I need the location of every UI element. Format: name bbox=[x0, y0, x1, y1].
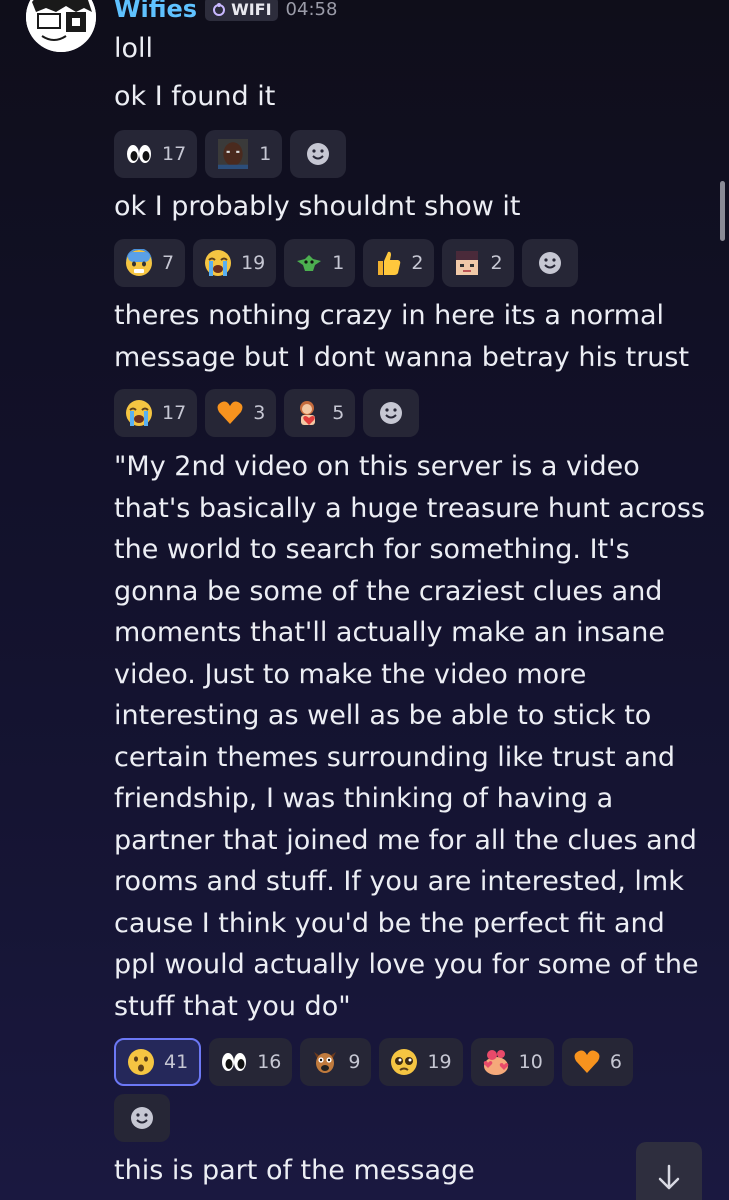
reaction-count: 10 bbox=[518, 1051, 543, 1073]
add-reaction-icon bbox=[538, 252, 561, 274]
reaction-count: 2 bbox=[411, 252, 424, 274]
arrow-down-icon bbox=[658, 1164, 680, 1190]
tag-badge-icon bbox=[213, 3, 226, 16]
reaction-orange-heart[interactable]: 6 bbox=[561, 1038, 633, 1086]
add-reaction-icon bbox=[307, 143, 330, 165]
add-reaction-icon bbox=[380, 402, 403, 424]
reaction-count: 17 bbox=[162, 402, 187, 424]
add-reaction-button[interactable] bbox=[290, 130, 347, 178]
reaction-hushed[interactable]: 41 bbox=[114, 1038, 202, 1086]
message-line-2: ok I found it bbox=[114, 81, 276, 112]
reaction-row-3: 17 3 5 bbox=[114, 389, 420, 437]
reaction-alien[interactable]: 1 bbox=[284, 239, 356, 287]
reaction-photo[interactable]: 1 bbox=[205, 130, 283, 178]
orange-heart-emoji-icon bbox=[574, 1050, 600, 1073]
avatar-image bbox=[26, 0, 96, 52]
reaction-count: 6 bbox=[609, 1051, 622, 1073]
reaction-count: 1 bbox=[332, 252, 345, 274]
reaction-count: 17 bbox=[162, 143, 187, 165]
eyes-emoji-icon bbox=[127, 145, 151, 163]
alien-emoji-icon bbox=[297, 255, 322, 271]
cold-sweat-emoji-icon bbox=[126, 249, 152, 276]
reaction-count: 16 bbox=[257, 1051, 282, 1073]
pleading-emoji-icon bbox=[391, 1049, 418, 1075]
eyes-emoji-icon bbox=[222, 1053, 247, 1071]
reaction-count: 2 bbox=[490, 252, 503, 274]
reaction-row-5 bbox=[114, 1094, 170, 1142]
jump-to-present-button[interactable] bbox=[636, 1142, 702, 1200]
hushed-emoji-icon bbox=[128, 1049, 154, 1075]
guild-tag-label: WIFI bbox=[231, 0, 272, 19]
author-avatar[interactable] bbox=[26, 0, 96, 52]
reaction-cold-sweat[interactable]: 7 bbox=[114, 239, 186, 287]
character-emoji-icon bbox=[456, 251, 479, 275]
reaction-hug[interactable]: 5 bbox=[284, 389, 356, 437]
message-line-1: loll bbox=[114, 33, 154, 64]
reaction-eyes[interactable]: 16 bbox=[209, 1038, 293, 1086]
add-reaction-button[interactable] bbox=[521, 239, 578, 287]
reaction-count: 5 bbox=[332, 402, 345, 424]
author-name[interactable]: Wifies bbox=[114, 0, 197, 23]
reaction-row-1: 17 1 bbox=[114, 130, 347, 178]
reaction-count: 19 bbox=[427, 1051, 452, 1073]
message-line-3: ok I probably shouldnt show it bbox=[114, 191, 521, 222]
quoted-message: "My 2nd video on this server is a video … bbox=[114, 451, 705, 1022]
message-header: Wifies WIFI 04:58 bbox=[114, 0, 337, 24]
photo-emoji-icon bbox=[218, 139, 249, 169]
add-reaction-button[interactable] bbox=[114, 1094, 170, 1142]
guild-tag[interactable]: WIFI bbox=[205, 0, 278, 21]
reaction-count: 19 bbox=[241, 252, 266, 274]
reaction-orange-heart[interactable]: 3 bbox=[205, 389, 277, 437]
reaction-eyes[interactable]: 17 bbox=[114, 130, 198, 178]
reaction-character[interactable]: 2 bbox=[442, 239, 514, 287]
reaction-count: 41 bbox=[164, 1051, 189, 1073]
reaction-dog[interactable]: 9 bbox=[300, 1038, 372, 1086]
scrollbar-thumb[interactable] bbox=[720, 181, 725, 241]
reaction-count: 7 bbox=[162, 252, 175, 274]
timestamp: 04:58 bbox=[285, 0, 338, 20]
hearts-face-emoji-icon bbox=[483, 1050, 508, 1075]
dog-emoji-icon bbox=[314, 1052, 337, 1073]
add-reaction-icon bbox=[131, 1107, 153, 1129]
reaction-sob[interactable]: 19 bbox=[193, 239, 277, 287]
reaction-count: 9 bbox=[348, 1051, 361, 1073]
reaction-thumbs-up[interactable]: 2 bbox=[363, 239, 435, 287]
message-last-line: this is part of the message bbox=[114, 1155, 475, 1186]
hug-emoji-icon bbox=[300, 401, 316, 425]
orange-heart-emoji-icon bbox=[217, 401, 243, 424]
sob-emoji-icon bbox=[205, 250, 232, 276]
message-paragraph-1: theres nothing crazy in here its a norma… bbox=[114, 300, 690, 373]
reaction-count: 1 bbox=[259, 143, 272, 165]
reaction-sob[interactable]: 17 bbox=[114, 389, 198, 437]
reaction-count: 3 bbox=[253, 402, 266, 424]
reaction-row-4: 41 16 9 19 10 6 bbox=[114, 1038, 633, 1086]
add-reaction-button[interactable] bbox=[363, 389, 420, 437]
reaction-pleading[interactable]: 19 bbox=[379, 1038, 463, 1086]
reaction-hearts-face[interactable]: 10 bbox=[470, 1038, 554, 1086]
reaction-row-2: 7 19 1 2 2 bbox=[114, 239, 578, 287]
sob-emoji-icon bbox=[126, 400, 152, 426]
thumbs-up-emoji-icon bbox=[378, 251, 401, 275]
